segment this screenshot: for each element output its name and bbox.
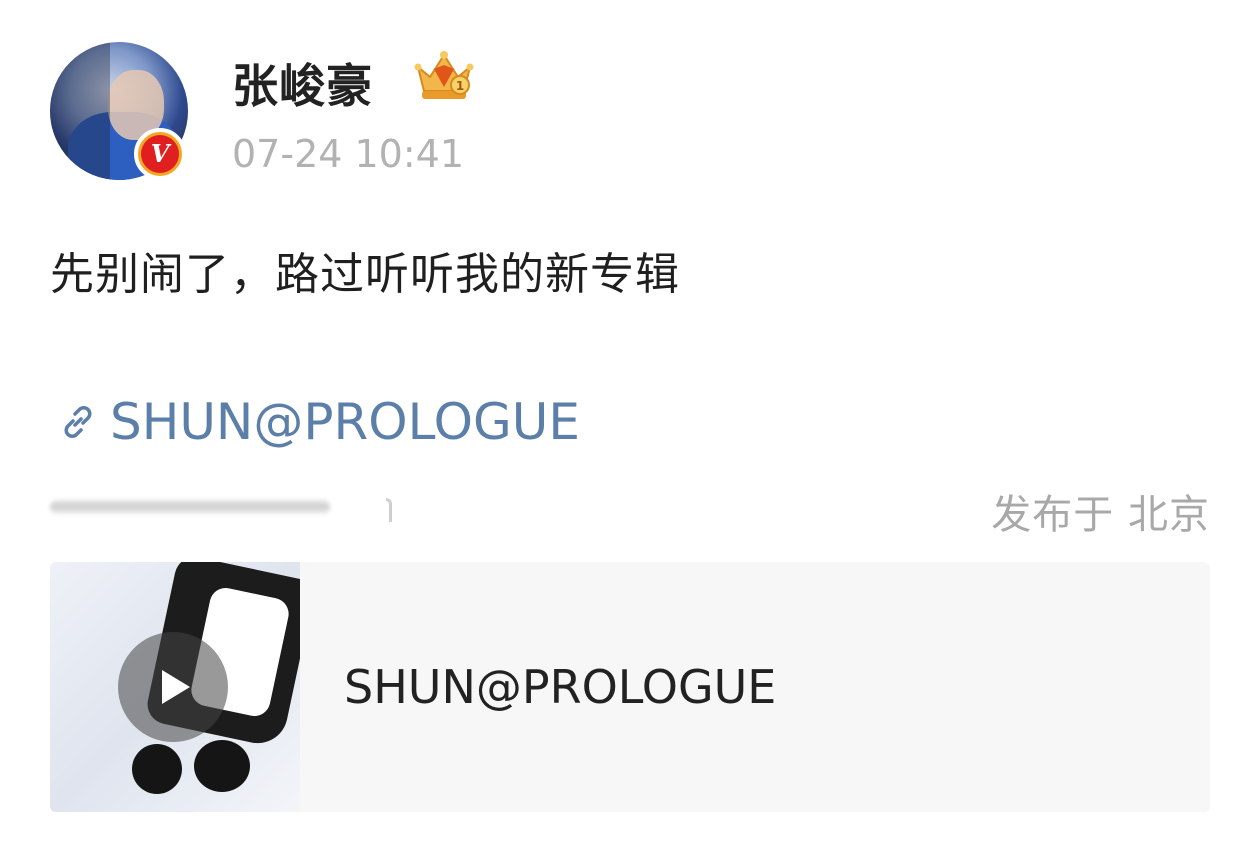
play-button[interactable] — [118, 632, 228, 742]
album-card[interactable]: SHUN@PROLOGUE — [50, 562, 1210, 812]
avatar-shade — [50, 42, 110, 180]
post-location: 发布于 北京 — [991, 492, 1210, 538]
album-link[interactable]: SHUN@PROLOGUE — [58, 393, 580, 451]
album-card-title: SHUN@PROLOGUE — [344, 660, 777, 714]
post-timestamp: 07-24 10:41 — [232, 132, 465, 176]
crown-rank-icon[interactable]: 1 — [412, 47, 476, 103]
album-link-label: SHUN@PROLOGUE — [110, 393, 580, 451]
blurred-bar — [50, 500, 330, 514]
blurred-source-line — [50, 496, 392, 522]
album-cover — [50, 562, 300, 812]
blurred-bar-end — [386, 498, 392, 522]
play-icon — [162, 670, 190, 704]
cover-glove-right — [194, 740, 250, 792]
svg-text:1: 1 — [456, 79, 464, 93]
username[interactable]: 张峻豪 — [232, 50, 373, 116]
post-text: 先别闹了，路过听听我的新专辑 — [50, 249, 680, 300]
weibo-post: V 张峻豪 1 07-24 10:41 先别闹了，路过听听我的新专辑 SHUN@… — [0, 0, 1260, 868]
verified-v-icon: V — [134, 128, 186, 180]
cover-glove-left — [132, 744, 182, 794]
verified-v-label: V — [141, 135, 179, 173]
link-icon — [64, 406, 92, 438]
